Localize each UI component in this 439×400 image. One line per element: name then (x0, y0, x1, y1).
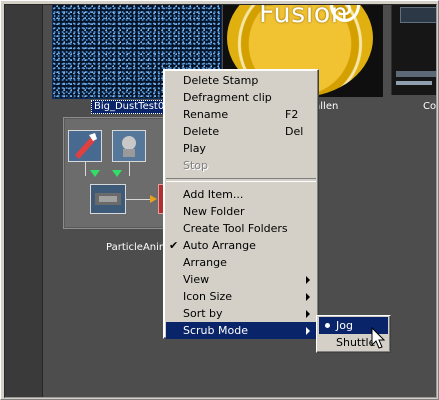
context-menu: Delete Stamp Defragment clip Rename F2 De… (163, 69, 319, 339)
thumbnail-partial-bar (396, 81, 432, 85)
radio-dot-icon (325, 323, 330, 328)
menu-item-label: View (183, 273, 210, 286)
flow-node-pen-icon (68, 130, 102, 162)
menu-item-label: Shuttle (336, 336, 376, 349)
flow-input-arrow-icon (112, 170, 122, 177)
flow-wire (85, 162, 86, 176)
menu-item-label: Rename (183, 108, 229, 121)
menu-item-label: Sort by (183, 307, 223, 320)
menu-item-label: Defragment clip (183, 91, 272, 104)
menu-item-arrange[interactable]: Arrange (166, 254, 316, 271)
menu-item-label: Jog (336, 319, 353, 332)
menu-shortcut: Del (285, 125, 304, 138)
thumbnail-caption-particle[interactable]: ParticleAnim (106, 242, 169, 253)
submenu-arrow-icon (306, 276, 310, 284)
thumbnail-partial-right[interactable] (391, 5, 436, 95)
menu-item-rename[interactable]: Rename F2 (166, 106, 316, 123)
menu-item-auto-arrange[interactable]: ✔ Auto Arrange (166, 237, 316, 254)
flow-node-generator-icon (112, 130, 146, 162)
flow-node-merge-icon (90, 184, 126, 214)
menu-item-delete-stamp[interactable]: Delete Stamp (166, 72, 316, 89)
menu-item-label: Stop (183, 159, 209, 172)
menu-item-stop: Stop (166, 157, 316, 174)
thumbnail-partial-panel (400, 7, 436, 23)
menu-item-label: Icon Size (183, 290, 233, 303)
flow-input-arrow-icon (90, 170, 100, 177)
menu-shortcut: F2 (285, 108, 299, 121)
menu-item-new-folder[interactable]: New Folder (166, 203, 316, 220)
menu-item-label: Delete (183, 125, 220, 138)
flow-wire (126, 199, 152, 200)
menu-item-icon-size[interactable]: Icon Size (166, 288, 316, 305)
submenu-arrow-icon (306, 310, 310, 318)
thumbnail-particle-anim[interactable] (63, 117, 177, 229)
submenu-arrow-icon (306, 327, 310, 335)
mouse-pointer-icon (371, 327, 386, 349)
menu-item-view[interactable]: View (166, 271, 316, 288)
menu-item-add-item[interactable]: Add Item... (166, 186, 316, 203)
menu-item-play[interactable]: Play (166, 140, 316, 157)
menu-item-sort-by[interactable]: Sort by (166, 305, 316, 322)
flow-output-arrow-icon (150, 195, 157, 203)
menu-item-scrub-mode[interactable]: Scrub Mode (166, 322, 316, 339)
menu-item-create-tool-folders[interactable]: Create Tool Folders (166, 220, 316, 237)
menu-item-label: New Folder (183, 205, 245, 218)
submenu-arrow-icon (306, 293, 310, 301)
menu-item-delete[interactable]: Delete Del (166, 123, 316, 140)
menu-item-label: Create Tool Folders (183, 222, 288, 235)
menu-item-defragment-clip[interactable]: Defragment clip (166, 89, 316, 106)
thumbnail-partial-bar (396, 71, 436, 77)
menu-separator (166, 178, 316, 182)
menu-item-label: Add Item... (183, 188, 244, 201)
thumbnail-caption-right[interactable]: Cor (423, 101, 436, 112)
menu-item-label: Scrub Mode (183, 324, 248, 337)
menu-item-label: Arrange (183, 256, 227, 269)
flow-wire (129, 162, 130, 176)
checkmark-icon: ✔ (169, 239, 179, 252)
menu-item-label: Play (183, 142, 206, 155)
menu-item-label: Delete Stamp (183, 74, 259, 87)
left-panel-strip (5, 5, 43, 397)
menu-item-label: Auto Arrange (183, 239, 256, 252)
